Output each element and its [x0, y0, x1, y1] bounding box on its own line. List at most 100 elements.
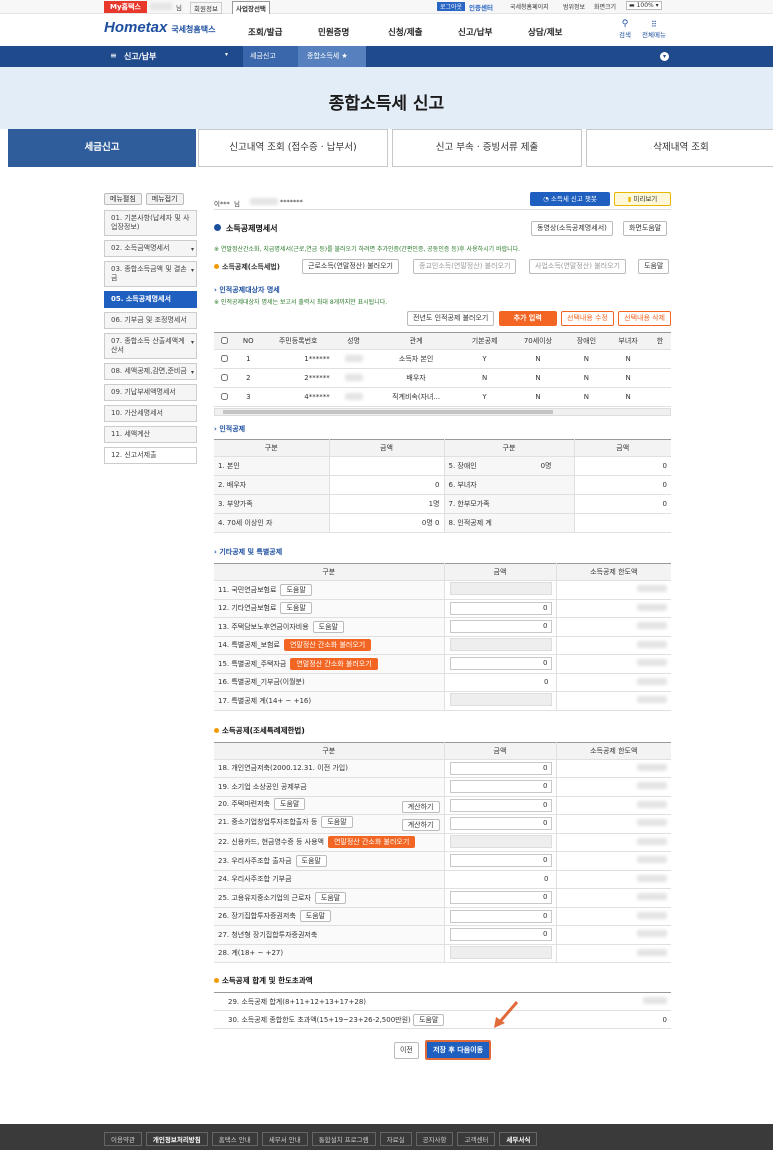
table-row[interactable]: 3 4****** 직계비속(자녀... Y N N N — [214, 387, 671, 407]
prev-button[interactable]: 이전 — [393, 1042, 419, 1059]
delete-selected-button[interactable]: 선택내용 삭제 — [618, 311, 671, 326]
footer-link-4[interactable]: 통합설치 프로그램 — [311, 1132, 376, 1146]
help-button[interactable]: 도움말 — [280, 583, 312, 596]
table-row[interactable]: 2 2****** 배우자 N N N N — [214, 368, 671, 388]
help-button[interactable]: 도움말 — [312, 620, 344, 633]
footer-link-1[interactable]: 개인정보처리방침 — [145, 1132, 208, 1146]
help-button[interactable]: 도움말 — [280, 602, 312, 615]
row-label: 15. 특별공제_주택자금 — [218, 659, 287, 668]
chevron-down-icon[interactable]: ▾ — [225, 51, 228, 58]
cert-center-link[interactable]: 인증센터 — [469, 2, 493, 12]
calculate-button[interactable]: 계산하기 — [401, 819, 440, 832]
gnb-item-3[interactable]: 신고/납부 — [458, 26, 492, 38]
table-row[interactable]: 1 1****** 소득자 본인 Y N N N — [214, 349, 671, 369]
hometax-logo[interactable]: Hometax 국세청홈택스 — [104, 19, 215, 36]
table-cell: N — [607, 387, 649, 407]
row-checkbox-cell[interactable] — [214, 387, 234, 407]
sidebar-item-9[interactable]: 11. 세액계산 — [104, 426, 197, 443]
search-button[interactable]: ⚲ 검색 — [618, 20, 632, 40]
gnb-item-0[interactable]: 조회/발급 — [248, 26, 282, 38]
amount-input[interactable]: 0 — [449, 798, 552, 812]
row-checkbox[interactable] — [220, 392, 228, 400]
footer-link-8[interactable]: 세무서식 — [499, 1132, 538, 1146]
my-hometax-badge[interactable]: My홈택스 — [104, 1, 147, 13]
sidebar-item-3[interactable]: 05. 소득공제명세서 — [104, 291, 197, 308]
gnb-item-1[interactable]: 민원증명 — [318, 26, 349, 38]
help-button[interactable]: 도움말 — [321, 816, 353, 829]
row-checkbox[interactable] — [220, 373, 228, 381]
load-business-income-button[interactable]: 사업소득(연말정산) 불러오기 — [529, 259, 626, 274]
amount-input[interactable]: 0 — [449, 854, 552, 868]
help-button[interactable]: 도움말 — [314, 891, 347, 904]
menu-collapse-button[interactable]: 메뉴접기 — [145, 193, 184, 205]
footer-link-0[interactable]: 이용약관 — [104, 1132, 142, 1146]
amount-input[interactable]: 0 — [449, 601, 552, 615]
zoom-control[interactable]: ▬ 100% ▾ — [626, 1, 662, 10]
sidebar-item-10[interactable]: 12. 신고서제출 — [104, 447, 197, 464]
sidebar-item-0[interactable]: 01. 기본사항(납세자 및 사업장정보) — [104, 210, 197, 236]
load-religious-income-button[interactable]: 종교인소득(연말정산) 불러오기 — [413, 259, 517, 274]
sidebar-item-6[interactable]: 08. 세액공제,감면,준비금 ▾ — [104, 363, 197, 380]
gnb-item-4[interactable]: 상담/제보 — [528, 26, 562, 38]
amount-input[interactable]: 0 — [449, 928, 552, 942]
breadcrumb-item-2[interactable]: 종합소득세 ★ — [298, 46, 366, 67]
breadcrumb-menu[interactable]: 신고/납부 — [124, 51, 156, 62]
row-checkbox-cell[interactable] — [214, 349, 234, 369]
load-simplified-button[interactable]: 연말정산 간소화 불러오기 — [283, 639, 372, 652]
amount-input[interactable]: 0 — [449, 761, 552, 775]
footer-link-5[interactable]: 자료실 — [379, 1132, 412, 1146]
save-next-button[interactable]: 저장 후 다음이동 — [425, 1040, 492, 1060]
help-button[interactable]: 도움말 — [413, 1013, 445, 1026]
load-simplified-button[interactable]: 연말정산 간소화 불러오기 — [290, 657, 378, 670]
member-info-link[interactable]: 회원정보 — [190, 2, 222, 14]
tab-0[interactable]: 세금신고 — [8, 129, 196, 167]
help-button[interactable]: 도움말 — [295, 854, 327, 867]
load-simplified-button[interactable]: 연말정산 간소화 불러오기 — [327, 836, 416, 849]
tab-1[interactable]: 신고내역 조회 (접수증 · 납부서) — [198, 129, 388, 167]
row-checkbox[interactable] — [220, 354, 228, 362]
video-button[interactable]: 동영상(소득공제명세서) — [531, 221, 613, 236]
edit-selected-button[interactable]: 선택내용 수정 — [561, 311, 614, 326]
load-earned-income-button[interactable]: 근로소득(연말정산) 불러오기 — [302, 259, 399, 274]
help-button[interactable]: 도움말 — [274, 797, 306, 810]
select-all-checkbox[interactable] — [220, 336, 228, 344]
sidebar-item-8[interactable]: 10. 가산세명세서 — [104, 405, 197, 422]
row-checkbox-cell[interactable] — [214, 368, 234, 388]
amount-input[interactable]: 0 — [449, 780, 552, 794]
range-info-link[interactable]: 범위정보 — [563, 2, 585, 11]
nts-home-link[interactable]: 국세청홈페이지 — [510, 2, 549, 11]
gnb-item-2[interactable]: 신청/제출 — [388, 26, 422, 38]
amount-input[interactable]: 0 — [449, 891, 552, 905]
footer-link-7[interactable]: 고객센터 — [457, 1132, 496, 1146]
amount-input[interactable]: 0 — [449, 817, 552, 831]
amount-input[interactable]: 0 — [449, 657, 552, 671]
circle-chevron-icon[interactable]: ▾ — [660, 52, 669, 61]
load-prev-year-button[interactable]: 전년도 인적공제 불러오기 — [407, 311, 495, 326]
tab-2[interactable]: 신고 부속 · 증빙서류 제출 — [392, 129, 582, 167]
scroll-thumb[interactable] — [223, 410, 553, 414]
calculate-button[interactable]: 계산하기 — [401, 800, 440, 813]
chatbot-button[interactable]: ◔ 소득세 신고 챗봇 — [530, 192, 610, 206]
footer-link-2[interactable]: 홈택스 안내 — [211, 1132, 258, 1146]
horizontal-scrollbar[interactable] — [214, 408, 671, 416]
preview-button[interactable]: ▮ 미리보기 — [614, 192, 671, 206]
help-button[interactable]: 도움말 — [299, 910, 332, 923]
footer-link-3[interactable]: 세무서 안내 — [261, 1132, 308, 1146]
checkbox-header[interactable] — [214, 332, 234, 350]
sidebar-item-4[interactable]: 06. 기부금 및 조정명세서 — [104, 312, 197, 329]
sidebar-item-7[interactable]: 09. 기납부세액명세서 — [104, 384, 197, 401]
menu-expand-button[interactable]: 메뉴펼침 — [104, 193, 142, 205]
add-input-button[interactable]: 추가 입력 — [498, 311, 557, 326]
sidebar-item-1[interactable]: 02. 소득금액명세서 ▾ — [104, 240, 197, 257]
amount-input[interactable]: 0 — [449, 909, 552, 923]
breadcrumb-item-1[interactable]: 세금신고 — [243, 46, 298, 67]
sidebar-item-5[interactable]: 07. 종합소득 산출세액계산서 ▾ — [104, 333, 197, 359]
help-button[interactable]: 도움말 — [638, 259, 670, 274]
footer-link-6[interactable]: 공지사항 — [415, 1132, 454, 1146]
screen-help-button[interactable]: 화면도움말 — [623, 221, 668, 236]
business-select-button[interactable]: 사업장선택 — [232, 1, 270, 15]
tab-3[interactable]: 삭제내역 조회 — [586, 129, 773, 167]
all-menu-button[interactable]: ⠿ 전체메뉴 — [642, 20, 666, 39]
logout-button[interactable]: 로그아웃 — [437, 2, 466, 11]
sidebar-item-2[interactable]: 03. 종합소득금액 및 결손금 ▾ — [104, 261, 197, 287]
